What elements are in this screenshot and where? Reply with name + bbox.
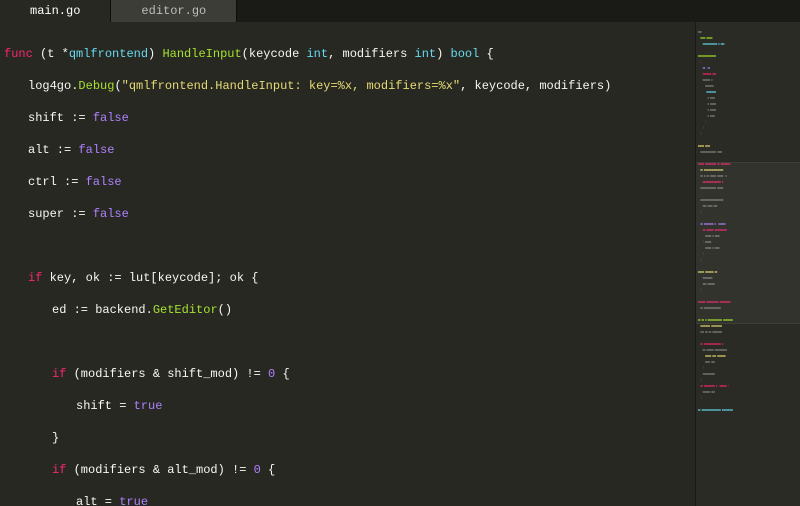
tok: shift := xyxy=(28,111,93,125)
tok: () xyxy=(218,303,232,317)
fn: Debug xyxy=(78,79,114,93)
tab-bar: main.go editor.go xyxy=(0,0,800,22)
fn-name: HandleInput xyxy=(162,47,241,61)
tok: { xyxy=(261,463,275,477)
tab-label: main.go xyxy=(30,4,80,18)
fn: GetEditor xyxy=(153,303,218,317)
bool: true xyxy=(134,399,163,413)
type: int xyxy=(415,47,437,61)
num: 0 xyxy=(254,463,261,477)
tok: } xyxy=(52,431,59,445)
bool: false xyxy=(78,143,114,157)
editor-body: func (t *qmlfrontend) HandleInput(keycod… xyxy=(0,22,800,506)
minimap[interactable]: ▄▄▄ ▄▄▄▄ ▄▄▄▄▄ ▄▄▄▄▄▄▄▄▄▄▄▄ ▄ ▄▄▄ ▄▄▄▄▄▄… xyxy=(695,22,800,506)
tok: { xyxy=(275,367,289,381)
tab-bar-filler xyxy=(237,0,800,22)
kw-if: if xyxy=(52,463,66,477)
type: qmlfrontend xyxy=(69,47,148,61)
tab-main-go[interactable]: main.go xyxy=(0,0,111,22)
str: "qmlfrontend.HandleInput: key=%x, modifi… xyxy=(122,79,460,93)
bool: true xyxy=(119,495,148,506)
tok: log4go. xyxy=(28,79,78,93)
bool: false xyxy=(93,111,129,125)
kw-if: if xyxy=(28,271,42,285)
tok: ) xyxy=(148,47,155,61)
tok: super := xyxy=(28,207,93,221)
code-editor[interactable]: func (t *qmlfrontend) HandleInput(keycod… xyxy=(0,22,695,506)
tab-editor-go[interactable]: editor.go xyxy=(111,0,237,22)
tab-label: editor.go xyxy=(141,4,206,18)
tok: (t * xyxy=(40,47,69,61)
tok: shift = xyxy=(76,399,134,413)
tok: { xyxy=(479,47,493,61)
editor-window: main.go editor.go func (t *qmlfrontend) … xyxy=(0,0,800,506)
tok: ( xyxy=(114,79,121,93)
type: bool xyxy=(451,47,480,61)
tok: alt := xyxy=(28,143,78,157)
tok: ctrl := xyxy=(28,175,86,189)
tok: ed := backend. xyxy=(52,303,153,317)
tok: , modifiers xyxy=(328,47,414,61)
kw-func: func xyxy=(4,47,33,61)
tok: , keycode, modifiers) xyxy=(460,79,611,93)
bool: false xyxy=(86,175,122,189)
tok: alt = xyxy=(76,495,119,506)
tok: (modifiers & alt_mod) != xyxy=(66,463,253,477)
type: int xyxy=(306,47,328,61)
kw-if: if xyxy=(52,367,66,381)
tok: (modifiers & shift_mod) != xyxy=(66,367,268,381)
bool: false xyxy=(93,207,129,221)
tok: (keycode xyxy=(242,47,307,61)
tok: ) xyxy=(436,47,450,61)
tok: key, ok := lut[keycode]; ok { xyxy=(42,271,258,285)
